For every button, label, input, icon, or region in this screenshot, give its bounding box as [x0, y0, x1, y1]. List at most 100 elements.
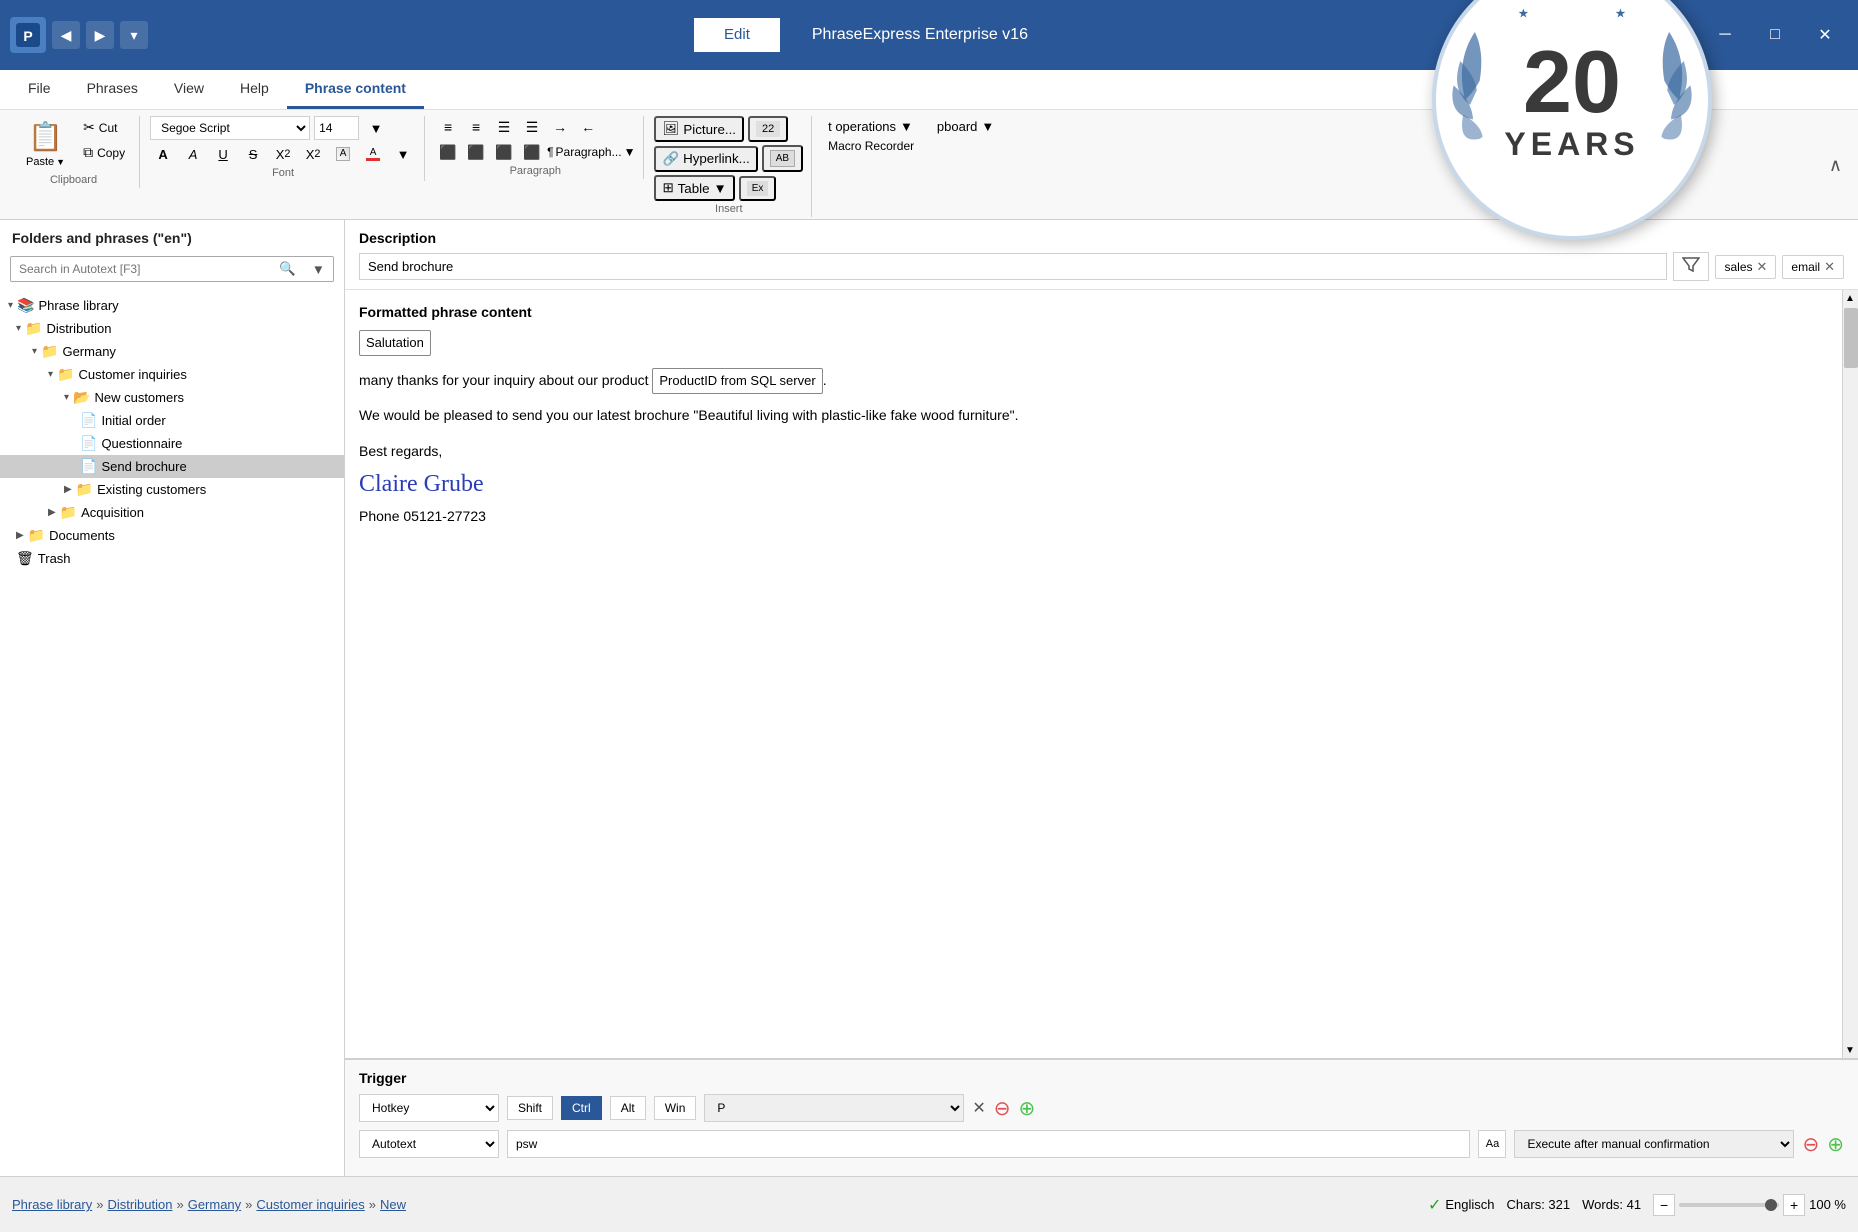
hyperlink-label: Hyperlink...: [683, 151, 750, 166]
paragraph-btn[interactable]: ¶ Paragraph... ▼: [547, 141, 635, 163]
align-left2-btn[interactable]: ⬛: [435, 141, 461, 163]
bc-distribution[interactable]: Distribution: [107, 1197, 172, 1212]
clipboard2-button[interactable]: pboard ▼: [931, 116, 1000, 137]
strikethrough-button[interactable]: S: [240, 143, 266, 165]
tree-item-customer-inquiries[interactable]: ▾ 📁 Customer inquiries: [0, 363, 344, 386]
picture-button[interactable]: 🖼 Picture...: [654, 116, 744, 142]
tab-phrase-content[interactable]: Phrase content: [287, 70, 424, 109]
font-size-dropdown[interactable]: ▼: [363, 117, 389, 139]
tag-email-remove[interactable]: ✕: [1824, 259, 1835, 275]
align-center2-btn[interactable]: ⬛: [463, 141, 489, 163]
scroll-thumb[interactable]: [1844, 308, 1858, 368]
trigger-type-select[interactable]: Hotkey: [359, 1094, 499, 1122]
extra-button[interactable]: 22: [748, 116, 788, 142]
zoom-controls: − + 100 %: [1653, 1194, 1846, 1216]
table-button[interactable]: ⊞ Table ▼: [654, 175, 734, 201]
close-button[interactable]: ✕: [1802, 19, 1848, 51]
font-name-select[interactable]: Segoe Script: [150, 116, 310, 140]
alt-key[interactable]: Alt: [610, 1096, 646, 1120]
zoom-thumb[interactable]: [1765, 1199, 1777, 1211]
align-center-btn[interactable]: ≡: [463, 116, 489, 138]
back-button[interactable]: ◀: [52, 21, 80, 49]
bc-germany[interactable]: Germany: [188, 1197, 241, 1212]
bc-customer-inquiries[interactable]: Customer inquiries: [256, 1197, 364, 1212]
autotext-type-select[interactable]: Autotext: [359, 1130, 499, 1158]
execute-select[interactable]: Execute after manual confirmation: [1514, 1130, 1794, 1158]
tree-item-distribution[interactable]: ▾ 📁 Distribution: [0, 317, 344, 340]
maximize-button[interactable]: □: [1752, 19, 1798, 51]
font-color-button[interactable]: A: [360, 143, 386, 165]
chevron-distribution: ▾: [16, 323, 21, 334]
main-area: Folders and phrases ("en") 🔍 ▼ ▾ 📚 Phras…: [0, 220, 1858, 1176]
edit-tab[interactable]: Edit: [694, 18, 780, 52]
trigger2-remove[interactable]: ⊖: [1802, 1132, 1819, 1157]
list-btn[interactable]: ☰: [491, 116, 517, 138]
bc-new[interactable]: New: [380, 1197, 406, 1212]
tree-item-documents[interactable]: ▶ 📁 Documents: [0, 524, 344, 547]
tree-item-send-brochure[interactable]: 📄 Send brochure: [0, 455, 344, 478]
tree-item-phrase-library[interactable]: ▾ 📚 Phrase library: [0, 294, 344, 317]
ctrl-key[interactable]: Ctrl: [561, 1096, 602, 1120]
search-button[interactable]: 🔍: [271, 257, 304, 281]
scroll-up-button[interactable]: ▲: [1843, 290, 1857, 306]
autotext-input[interactable]: [507, 1130, 1470, 1158]
clipboard2-arrow: ▼: [981, 119, 994, 134]
align-right2-btn[interactable]: ⬛: [491, 141, 517, 163]
copy-button[interactable]: ⧉ Copy: [77, 141, 131, 164]
zoom-out-button[interactable]: −: [1653, 1194, 1675, 1216]
search-dropdown-button[interactable]: ▼: [304, 257, 333, 281]
tab-file[interactable]: File: [10, 70, 69, 109]
content-scrollbar[interactable]: ▲ ▼: [1842, 290, 1858, 1058]
label-existing-customers: Existing customers: [97, 482, 206, 497]
list-num-btn[interactable]: ☰: [519, 116, 545, 138]
tag-email: email ✕: [1782, 255, 1844, 279]
tree-item-initial-order[interactable]: 📄 Initial order: [0, 409, 344, 432]
history-button[interactable]: ▾: [120, 21, 148, 49]
trigger1-add[interactable]: ⊕: [1019, 1096, 1036, 1121]
hotkey-key-select[interactable]: P: [704, 1094, 964, 1122]
tab-phrases[interactable]: Phrases: [69, 70, 156, 109]
tree-item-existing-customers[interactable]: ▶ 📁 Existing customers: [0, 478, 344, 501]
highlight-color-button[interactable]: A: [330, 143, 356, 165]
extra3-button[interactable]: Ex: [739, 176, 777, 201]
tree-item-new-customers[interactable]: ▾ 📂 New customers: [0, 386, 344, 409]
tab-help[interactable]: Help: [222, 70, 287, 109]
extra2-button[interactable]: AB: [762, 145, 803, 172]
color-dropdown[interactable]: ▼: [390, 143, 416, 165]
zoom-in-button[interactable]: +: [1783, 1194, 1805, 1216]
trigger1-remove[interactable]: ⊖: [994, 1096, 1011, 1121]
forward-button[interactable]: ▶: [86, 21, 114, 49]
insert-row-2: 🔗 Hyperlink... AB: [654, 145, 803, 172]
cut-button[interactable]: ✂ Cut: [77, 116, 131, 139]
tree-item-acquisition[interactable]: ▶ 📁 Acquisition: [0, 501, 344, 524]
search-input[interactable]: [11, 257, 271, 281]
zoom-track[interactable]: [1679, 1203, 1779, 1207]
text-operations-button[interactable]: t operations ▼: [822, 116, 919, 137]
justify-btn[interactable]: ⬛: [519, 141, 545, 163]
tree-item-trash[interactable]: 🗑 Trash: [0, 547, 344, 570]
label-trash: Trash: [38, 551, 71, 566]
italic-button[interactable]: A: [180, 143, 206, 165]
bold-button[interactable]: A: [150, 143, 176, 165]
hyperlink-button[interactable]: 🔗 Hyperlink...: [654, 146, 757, 172]
superscript-button[interactable]: X2: [300, 143, 326, 165]
phrase-content: Salutation many thanks for your inquiry …: [359, 330, 1838, 528]
trigger2-add[interactable]: ⊕: [1827, 1132, 1844, 1157]
underline-button[interactable]: U: [210, 143, 236, 165]
tree-item-germany[interactable]: ▾ 📁 Germany: [0, 340, 344, 363]
paste-button[interactable]: 📋 Paste ▼: [16, 116, 75, 172]
indent-less-btn[interactable]: ←: [575, 116, 601, 138]
tab-view[interactable]: View: [156, 70, 222, 109]
win-key[interactable]: Win: [654, 1096, 697, 1120]
subscript-button[interactable]: X2: [270, 143, 296, 165]
shift-key[interactable]: Shift: [507, 1096, 553, 1120]
font-size-input[interactable]: [314, 116, 359, 140]
indent-more-btn[interactable]: →: [547, 116, 573, 138]
scroll-down-button[interactable]: ▼: [1843, 1042, 1857, 1058]
tree-item-questionnaire[interactable]: 📄 Questionnaire: [0, 432, 344, 455]
bc-phrase-library[interactable]: Phrase library: [12, 1197, 92, 1212]
match-case-button[interactable]: Aa: [1478, 1130, 1506, 1158]
hotkey-clear[interactable]: ✕: [972, 1098, 985, 1118]
tag-sales-remove[interactable]: ✕: [1757, 259, 1768, 275]
align-left-btn[interactable]: ≡: [435, 116, 461, 138]
